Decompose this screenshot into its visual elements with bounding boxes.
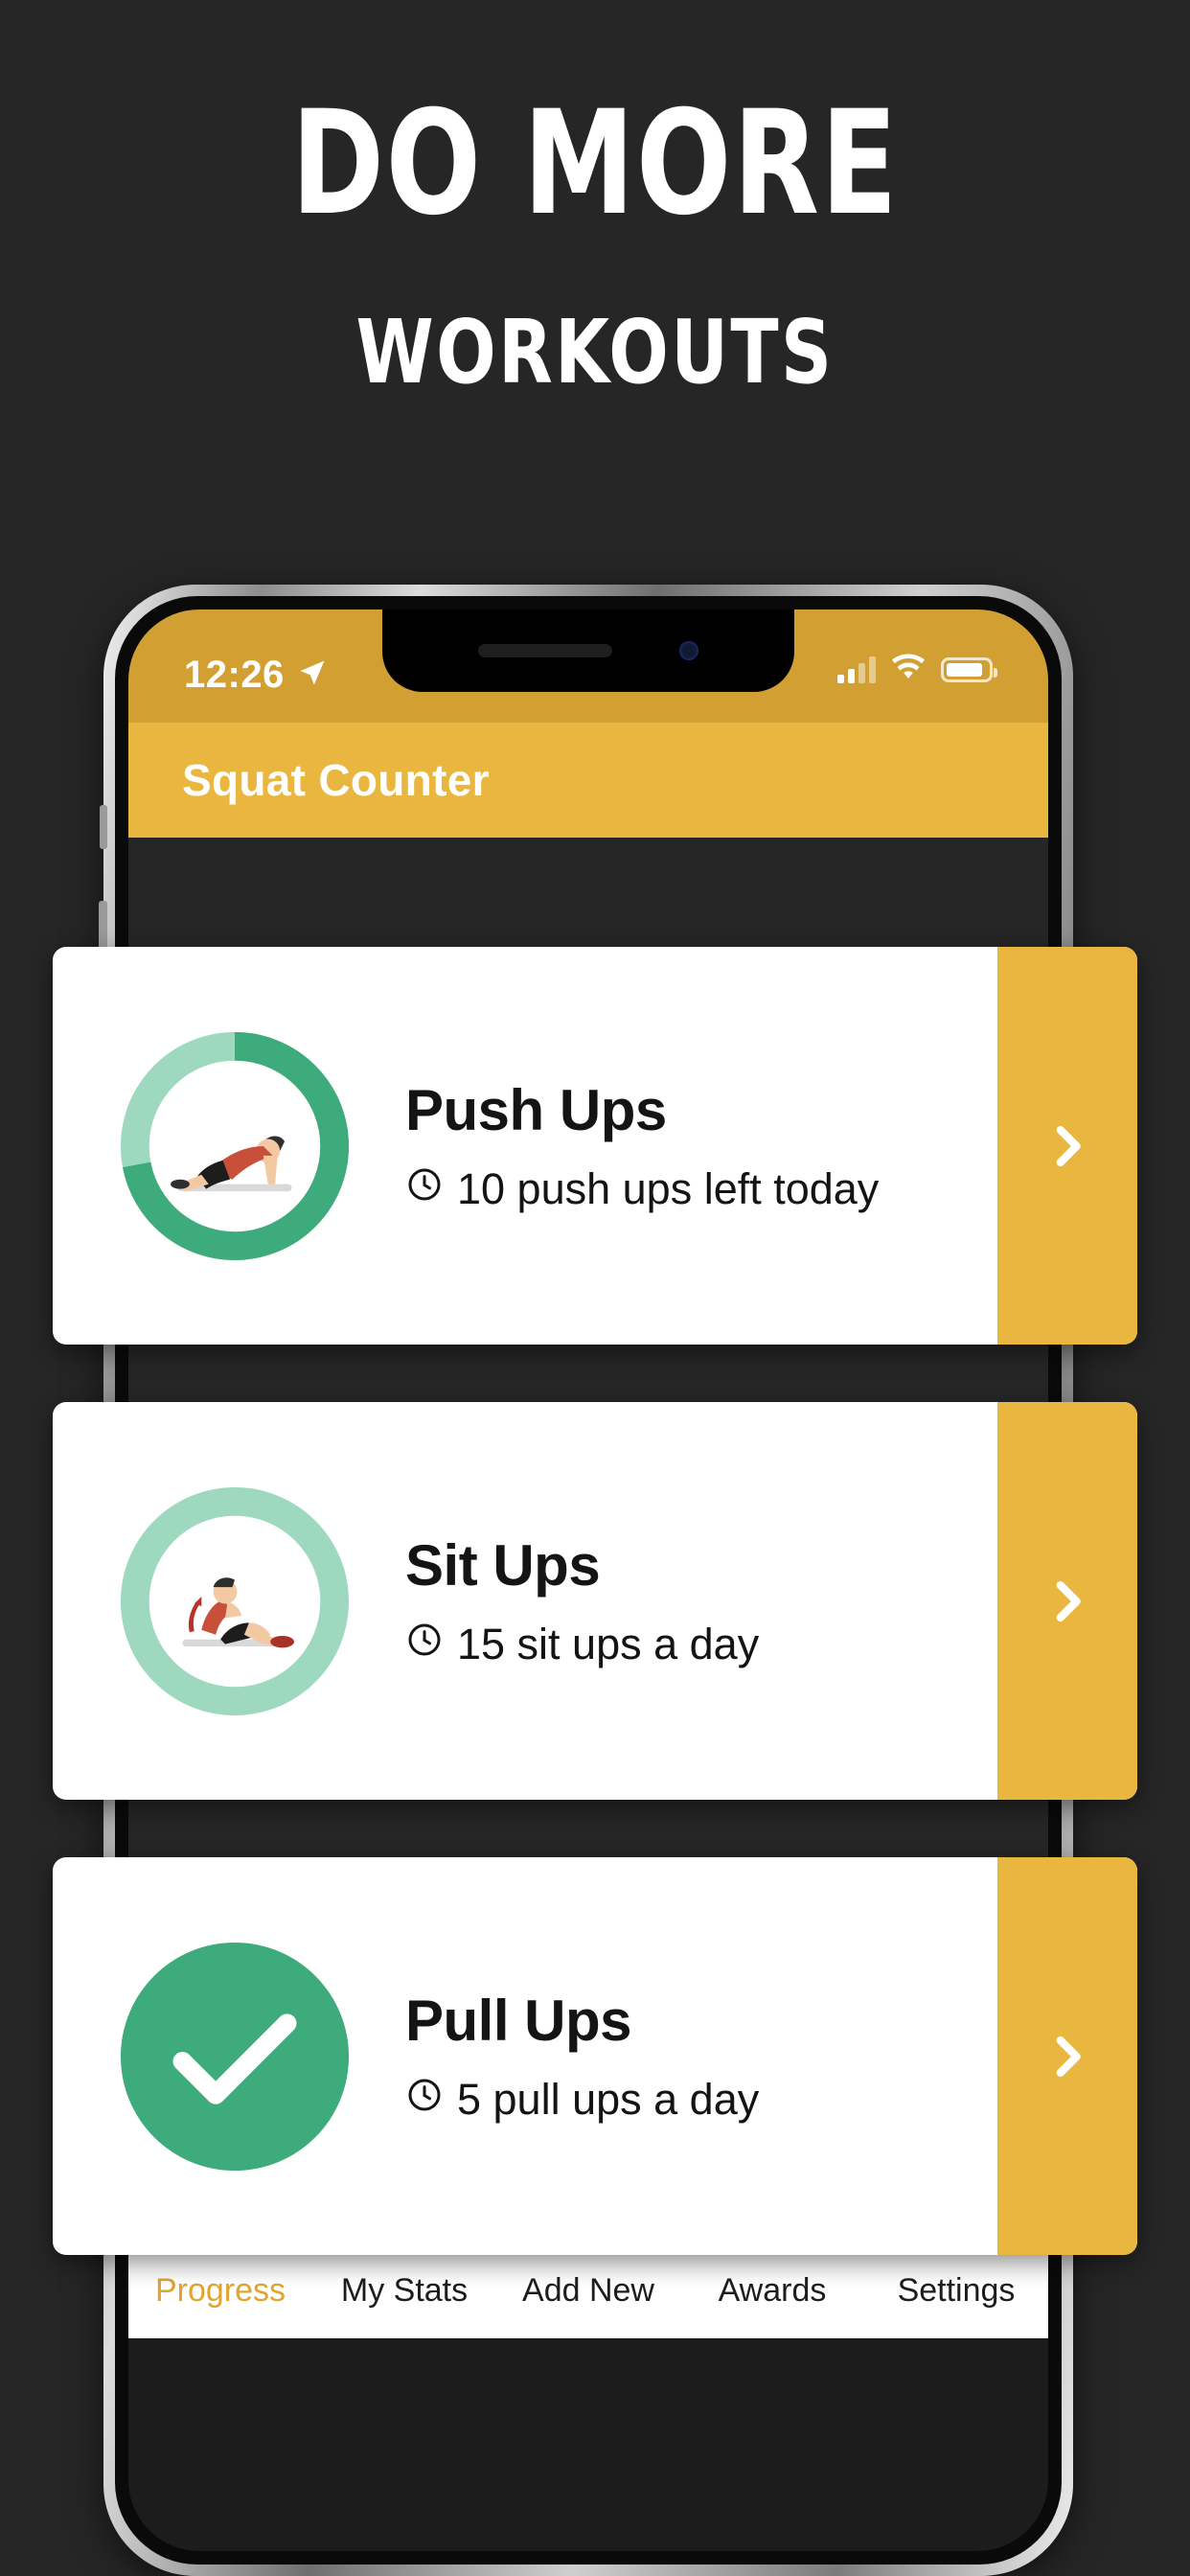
earpiece-speaker-icon <box>478 644 612 657</box>
card-open-button[interactable] <box>997 1857 1137 2255</box>
card-open-button[interactable] <box>997 1402 1137 1800</box>
marketing-headline: DO MORE <box>290 80 900 247</box>
status-bar: 12:26 <box>128 610 1048 723</box>
clock-icon <box>405 1164 444 1214</box>
nav-label: Awards <box>718 2272 827 2309</box>
card-open-button[interactable] <box>997 947 1137 1345</box>
checkmark-icon <box>120 1942 350 2171</box>
card-body: Sit Ups 15 sit ups a day <box>53 1402 997 1800</box>
workout-card-pull-ups[interactable]: Pull Ups 5 pull ups a day <box>53 1857 1137 2255</box>
card-body: Pull Ups 5 pull ups a day <box>53 1857 997 2255</box>
location-arrow-icon <box>298 658 327 692</box>
notch <box>382 610 794 692</box>
card-text: Sit Ups 15 sit ups a day <box>405 1532 759 1669</box>
chevron-right-icon <box>1056 1125 1081 1166</box>
workout-title: Sit Ups <box>405 1533 601 1598</box>
card-text: Pull Ups 5 pull ups a day <box>405 1988 759 2125</box>
wifi-icon <box>891 654 926 685</box>
workout-subtitle-row: 5 pull ups a day <box>405 2075 759 2125</box>
status-bar-clock: 12:26 <box>184 654 285 696</box>
card-text: Push Ups 10 push ups left today <box>405 1077 879 1214</box>
push-up-figure-icon <box>171 1135 292 1191</box>
completed-badge <box>116 1938 354 2175</box>
mute-switch[interactable] <box>100 805 107 849</box>
front-camera-icon <box>679 641 698 660</box>
nav-label: Add New <box>522 2272 654 2309</box>
workout-subtitle: 10 push ups left today <box>457 1164 880 1213</box>
progress-ring <box>116 1483 354 1720</box>
status-bar-left: 12:26 <box>184 654 327 697</box>
workout-subtitle: 15 sit ups a day <box>457 1620 760 1668</box>
chevron-right-icon <box>1056 1580 1081 1622</box>
app-store-screenshot: DO MORE WORKOUTS 12:26 Squat Counter Pro… <box>0 0 1190 2576</box>
app-bar: Squat Counter <box>128 723 1048 838</box>
workout-title: Pull Ups <box>405 1989 632 2053</box>
chevron-right-icon <box>1056 2036 1081 2077</box>
workout-title: Push Ups <box>405 1078 667 1142</box>
workout-card-push-ups[interactable]: Push Ups 10 push ups left today <box>53 947 1137 1345</box>
nav-label: My Stats <box>340 2272 469 2309</box>
workout-subtitle-row: 15 sit ups a day <box>405 1620 759 1669</box>
workout-subtitle: 5 pull ups a day <box>457 2075 760 2124</box>
workout-card-sit-ups[interactable]: Sit Ups 15 sit ups a day <box>53 1402 1137 1800</box>
marketing-subheadline: WORKOUTS <box>355 301 835 403</box>
progress-ring <box>116 1027 354 1265</box>
card-body: Push Ups 10 push ups left today <box>53 947 997 1345</box>
workout-subtitle-row: 10 push ups left today <box>405 1164 879 1214</box>
nav-label: Settings <box>897 2272 1016 2309</box>
clock-icon <box>405 1620 444 1669</box>
home-indicator[interactable] <box>454 2310 722 2321</box>
sit-up-figure-icon <box>182 1576 294 1647</box>
clock-icon <box>405 2075 444 2125</box>
battery-icon <box>941 656 997 682</box>
nav-label: Progress <box>154 2272 286 2309</box>
app-title: Squat Counter <box>182 755 490 805</box>
status-bar-right <box>837 654 997 685</box>
cellular-signal-icon <box>837 656 876 683</box>
